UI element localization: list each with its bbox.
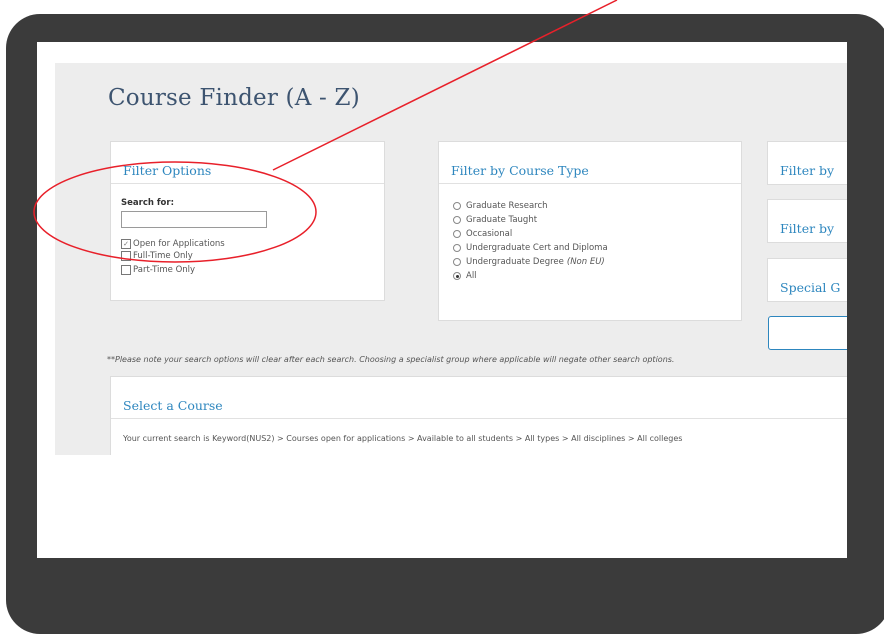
filter-card-heading: Filter by	[780, 163, 835, 178]
part-time-only-checkbox[interactable]: Part-Time Only	[121, 265, 195, 275]
radio-icon[interactable]	[453, 202, 461, 210]
select-course-card: Select a Course Your current search is K…	[110, 376, 847, 455]
select-course-header: Select a Course	[111, 377, 847, 419]
radio-label: Undergraduate Degree	[466, 257, 564, 267]
open-for-applications-checkbox[interactable]: ✓ Open for Applications	[121, 239, 225, 249]
radio-icon[interactable]	[453, 258, 461, 266]
radio-graduate-research[interactable]: Graduate Research	[453, 201, 548, 211]
radio-graduate-taught[interactable]: Graduate Taught	[453, 215, 537, 225]
screen: Course Finder (A - Z) Filter Options Sea…	[37, 42, 847, 558]
filter-options-heading: Filter Options	[123, 163, 212, 178]
radio-selected-icon[interactable]	[453, 272, 461, 280]
radio-label: Graduate Taught	[466, 215, 538, 225]
current-search-text: Your current search is Keyword(NUS2) > C…	[123, 434, 683, 443]
search-input[interactable]	[121, 211, 267, 228]
full-time-only-checkbox[interactable]: Full-Time Only	[121, 251, 193, 261]
radio-label: All	[466, 271, 477, 281]
checkbox-label: Part-Time Only	[133, 265, 196, 275]
search-label: Search for:	[121, 198, 174, 208]
course-type-heading: Filter by Course Type	[451, 163, 589, 178]
checkbox-checked-icon[interactable]: ✓	[121, 239, 131, 249]
checkbox-icon[interactable]	[121, 251, 131, 261]
course-type-header: Filter by Course Type	[439, 142, 741, 184]
course-finder-page: Course Finder (A - Z) Filter Options Sea…	[55, 63, 847, 455]
course-type-card: Filter by Course Type Graduate Research …	[438, 141, 742, 321]
radio-undergraduate-degree[interactable]: Undergraduate Degree (Non EU)	[453, 257, 605, 267]
select-course-heading: Select a Course	[123, 398, 223, 413]
page-title: Course Finder (A - Z)	[108, 85, 360, 111]
checkbox-icon[interactable]	[121, 265, 131, 275]
radio-note: (Non EU)	[566, 257, 605, 267]
radio-occasional[interactable]: Occasional	[453, 229, 512, 239]
radio-label: Occasional	[466, 229, 513, 239]
radio-undergraduate-cert[interactable]: Undergraduate Cert and Diploma	[453, 243, 608, 253]
radio-all[interactable]: All	[453, 271, 477, 281]
filter-card-header: Filter by	[768, 142, 847, 184]
special-groups-header: Special G	[768, 259, 847, 301]
filter-card-heading: Filter by	[780, 221, 835, 236]
radio-icon[interactable]	[453, 244, 461, 252]
filter-card-partial[interactable]: Filter by	[767, 141, 847, 185]
special-groups-heading: Special G	[780, 280, 841, 295]
radio-label: Graduate Research	[466, 201, 548, 211]
search-button[interactable]	[768, 316, 847, 350]
filter-card-header: Filter by	[768, 200, 847, 242]
filter-options-header: Filter Options	[111, 142, 384, 184]
radio-label: Undergraduate Cert and Diploma	[466, 243, 608, 253]
filter-card-partial[interactable]: Filter by	[767, 199, 847, 243]
checkbox-label: Open for Applications	[133, 239, 225, 249]
radio-icon[interactable]	[453, 230, 461, 238]
special-groups-card-partial[interactable]: Special G	[767, 258, 847, 302]
radio-icon[interactable]	[453, 216, 461, 224]
checkbox-label: Full-Time Only	[133, 251, 193, 261]
search-note: **Please note your search options will c…	[107, 355, 675, 364]
filter-options-card: Filter Options Search for: ✓ Open for Ap…	[110, 141, 385, 301]
